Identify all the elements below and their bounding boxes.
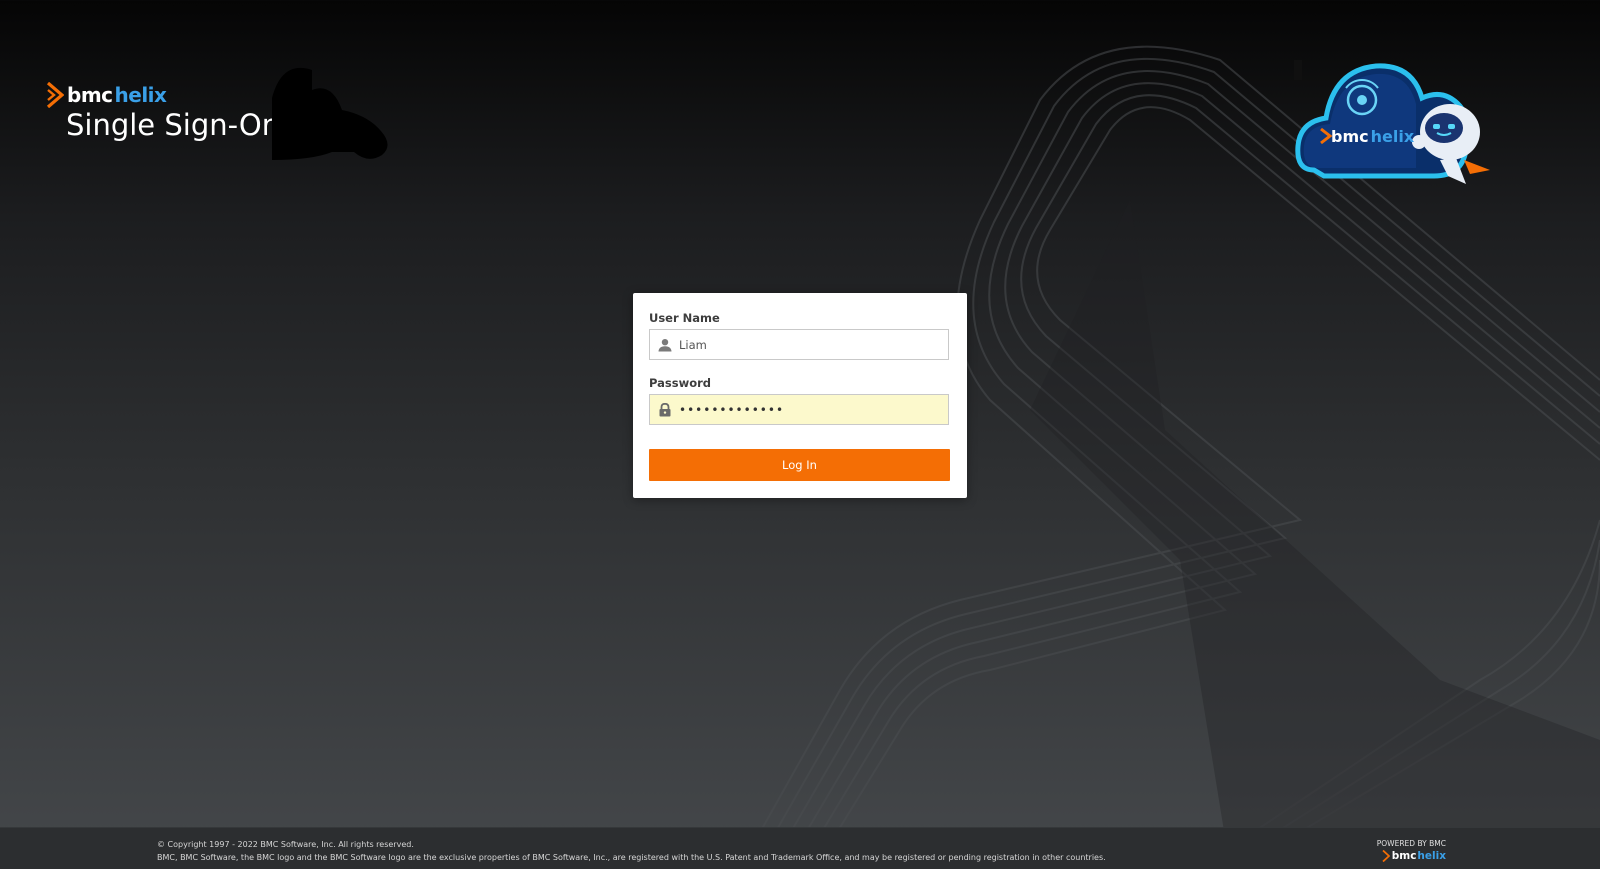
decorative-shape	[272, 67, 388, 160]
password-field[interactable]	[649, 394, 949, 425]
page-title: Single Sign-On	[66, 108, 281, 142]
login-card: User Name Password Log In	[633, 293, 967, 498]
brand-bmc-text: bmc	[67, 83, 113, 107]
footer-bmc-text: bmc	[1391, 850, 1417, 862]
mascot-helix-text: helix	[1370, 127, 1415, 146]
username-input[interactable]	[679, 337, 939, 352]
brand-header: bmc helix Single Sign-On	[46, 82, 280, 142]
footer-bmc-chevron-icon	[1382, 850, 1390, 862]
powered-by: POWERED BY BMC bmc helix	[1368, 839, 1446, 862]
footer: © Copyright 1997 - 2022 BMC Software, In…	[0, 827, 1600, 869]
username-label: User Name	[649, 311, 720, 325]
footer-helix-text: helix	[1417, 850, 1446, 862]
bmc-helix-logo: bmc helix	[46, 82, 167, 108]
lock-icon	[659, 402, 671, 416]
brand-helix-text: helix	[114, 83, 167, 107]
footer-copyright: © Copyright 1997 - 2022 BMC Software, In…	[157, 840, 414, 849]
powered-by-label: POWERED BY BMC	[1376, 839, 1446, 848]
password-input[interactable]	[679, 402, 939, 417]
mascot-bmc-text: bmc	[1331, 127, 1369, 146]
helix-mascot-image: bmc helix	[1294, 60, 1490, 194]
bmc-chevron-icon	[46, 82, 64, 108]
username-field[interactable]	[649, 329, 949, 360]
footer-legal-notice: BMC, BMC Software, the BMC logo and the …	[157, 853, 1106, 862]
user-icon	[658, 338, 672, 351]
login-button[interactable]: Log In	[649, 449, 950, 481]
mascot-logo: bmc helix	[1331, 127, 1414, 146]
footer-bmc-helix-logo: bmc helix	[1368, 850, 1446, 862]
password-label: Password	[649, 376, 711, 390]
